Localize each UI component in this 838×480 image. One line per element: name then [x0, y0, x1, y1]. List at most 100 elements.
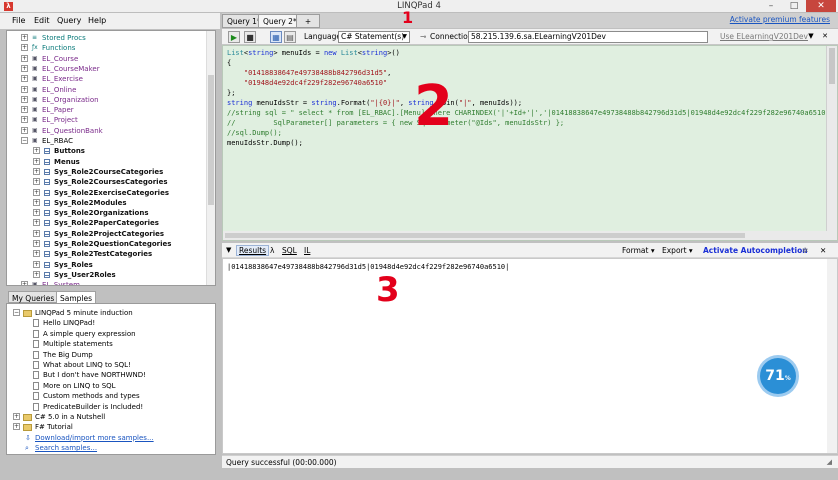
expand-icon[interactable]: +	[21, 44, 28, 52]
query-file-icon	[33, 329, 39, 338]
tree-item-label: Sys_Role2ProjectCategories	[54, 229, 165, 238]
query-tabs: Query 1* Query 2* + Activate premium fea…	[222, 13, 838, 28]
sample-label: Download/import more samples...	[35, 433, 154, 442]
connection-select[interactable]: 58.215.139.6.sa.ELearningV201Dev	[468, 31, 708, 43]
tree-item-label: EL_Exercise	[42, 75, 83, 84]
expand-icon[interactable]: +	[33, 260, 40, 268]
table-icon	[44, 220, 50, 227]
expand-icon[interactable]: +	[33, 198, 40, 206]
code-line: "01418838647e49738488b842796d31d5",	[243, 69, 392, 77]
tree-item-label: Sys_Role2ExerciseCategories	[54, 188, 169, 197]
expand-icon[interactable]: +	[33, 219, 40, 227]
menu-file[interactable]: File	[12, 16, 25, 25]
query-file-icon	[33, 350, 39, 359]
resize-grip-icon[interactable]: ◢	[827, 458, 832, 466]
expand-icon[interactable]: +	[33, 167, 40, 175]
tree-scrollbar[interactable]	[206, 31, 215, 285]
expand-icon[interactable]: +	[21, 281, 28, 285]
close-results-icon[interactable]: ✕	[820, 246, 826, 255]
minimize-button[interactable]: –	[760, 0, 782, 12]
expand-icon[interactable]: +	[21, 116, 28, 124]
table-icon	[44, 230, 50, 237]
expand-icon[interactable]: +	[33, 270, 40, 278]
code-line: };	[227, 89, 236, 97]
schema-icon: ▣	[32, 85, 38, 93]
collapse-icon[interactable]: −	[21, 137, 28, 144]
expand-icon[interactable]: +	[21, 54, 28, 62]
results-text-icon[interactable]: ▤	[284, 31, 296, 43]
sample-label: A simple query expression	[43, 329, 136, 338]
chevron-down-icon[interactable]: ▼	[806, 31, 816, 43]
language-select[interactable]: C# Statement(s) ▼	[338, 31, 410, 43]
close-button[interactable]: ✕	[806, 0, 836, 12]
badge-value: 71	[765, 368, 785, 384]
expand-icon[interactable]: +	[33, 157, 40, 165]
expand-icon[interactable]: +	[21, 75, 28, 83]
expand-icon[interactable]: +	[33, 209, 40, 217]
sample-label: Hello LINQPad!	[43, 319, 96, 328]
expand-icon[interactable]: +	[33, 188, 40, 196]
export-menu[interactable]: Export ▾	[662, 246, 693, 255]
expand-icon[interactable]: +	[33, 178, 40, 186]
close-icon[interactable]: ✕	[820, 31, 830, 43]
activate-premium-link[interactable]: Activate premium features	[730, 15, 830, 24]
table-icon	[44, 210, 50, 217]
menu-help[interactable]: Help	[88, 16, 106, 25]
tab-lambda[interactable]: λ	[270, 246, 274, 255]
use-database-link[interactable]: Use ELearningV201Dev	[720, 32, 808, 41]
tree-item-label: EL_Online	[42, 85, 77, 94]
status-text: Query successful (00:00.000)	[226, 458, 337, 467]
results-panel: |01418838647e49738488b842796d31d5|01948d…	[222, 258, 838, 454]
schema-tree-panel: + ≡ Stored Procs + ƒx Functions + ▣ EL_Course + ▣ E…	[6, 30, 216, 286]
schema-icon: ▣	[32, 126, 38, 134]
results-scrollbar[interactable]	[827, 259, 837, 453]
tab-samples[interactable]: Samples	[56, 291, 97, 303]
results-grid-icon[interactable]: ▦	[270, 31, 282, 43]
stop-icon[interactable]: ■	[244, 31, 256, 43]
expand-icon[interactable]: +	[21, 85, 28, 93]
expand-icon[interactable]: +	[33, 250, 40, 258]
tree-item-label: Sys_Role2CourseCategories	[54, 167, 164, 176]
editor-scrollbar[interactable]	[826, 46, 837, 240]
expand-icon[interactable]: +	[13, 423, 20, 431]
tree-scroll-thumb[interactable]	[208, 75, 214, 205]
menu-edit[interactable]: Edit	[34, 16, 50, 25]
menu-query[interactable]: Query	[57, 16, 81, 25]
folder-icon	[23, 310, 32, 317]
tree-item-label: Menus	[54, 157, 80, 166]
expand-icon[interactable]: +	[33, 229, 40, 237]
collapse-icon[interactable]: ▼	[226, 246, 231, 254]
expand-icon[interactable]: +	[21, 64, 28, 72]
expand-icon[interactable]: +	[33, 240, 40, 247]
expand-icon[interactable]: +	[13, 413, 20, 420]
code-editor[interactable]: List<string> menuIds = new List<string>(…	[222, 45, 838, 241]
query-file-icon	[33, 340, 39, 349]
editor-hscroll-thumb[interactable]	[225, 233, 745, 238]
sample-label: The Big Dump	[43, 350, 93, 359]
expand-icon[interactable]: +	[33, 147, 40, 155]
run-icon[interactable]: ▶	[228, 31, 240, 43]
performance-badge[interactable]: 71%	[760, 358, 796, 394]
expand-icon[interactable]: +	[21, 95, 28, 103]
tab-sql[interactable]: SQL	[282, 246, 297, 255]
tree-item-label: EL_QuestionBank	[42, 126, 103, 135]
editor-horizontal-scrollbar[interactable]	[223, 231, 827, 240]
expand-icon[interactable]: +	[21, 126, 28, 134]
schema-icon: ▣	[32, 106, 38, 114]
menu-bar: File Edit Query Help	[0, 13, 220, 29]
table-icon	[44, 189, 50, 196]
tree-item-label: EL_Project	[42, 116, 78, 125]
tree-item-label: Stored Procs	[42, 34, 86, 42]
tab-my-queries[interactable]: My Queries	[8, 291, 59, 303]
editor-scroll-thumb[interactable]	[829, 48, 835, 84]
expand-icon[interactable]: +	[21, 34, 28, 41]
activate-autocompletion-link[interactable]: Activate Autocompletion	[703, 246, 808, 255]
annotation-1: 1	[402, 8, 414, 27]
format-menu[interactable]: Format ▾	[622, 246, 655, 255]
new-tab-button[interactable]: +	[296, 14, 320, 28]
tab-results[interactable]: Results	[236, 245, 270, 256]
tab-il[interactable]: IL	[304, 246, 310, 255]
expand-icon[interactable]: +	[21, 106, 28, 114]
collapse-icon[interactable]: −	[13, 309, 20, 316]
maximize-button[interactable]: □	[783, 0, 805, 12]
